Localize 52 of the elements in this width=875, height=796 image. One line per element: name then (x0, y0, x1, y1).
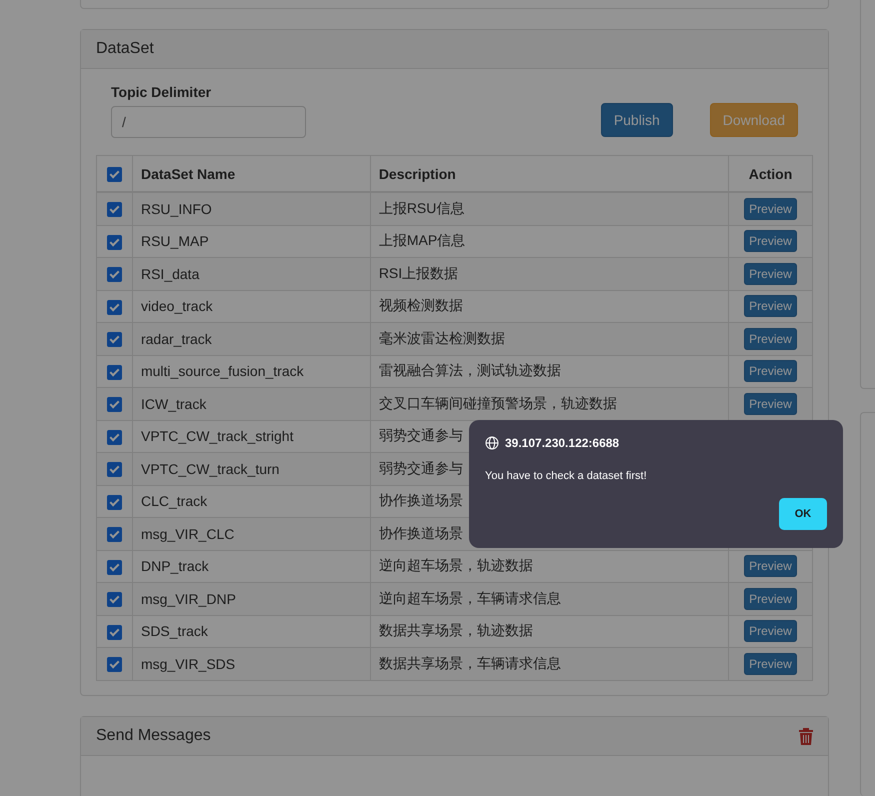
ok-button[interactable]: OK (779, 498, 827, 530)
checkbox[interactable] (106, 166, 122, 182)
preview-button[interactable]: Preview (744, 620, 797, 642)
checkbox[interactable] (106, 397, 122, 412)
checkbox[interactable] (106, 494, 122, 510)
preview-button[interactable]: Preview (744, 295, 797, 318)
table-cell: 逆向超车场景，车辆请求信息 (370, 582, 729, 615)
checkbox[interactable] (106, 300, 122, 315)
table-cell: msg_VIR_SDS (132, 648, 370, 680)
preview-button[interactable]: Preview (744, 588, 797, 610)
table-cell: RSU_INFO (132, 192, 370, 225)
checkbox[interactable] (106, 332, 122, 348)
checkbox[interactable] (106, 592, 122, 608)
field-label: Topic Delimiter (111, 84, 212, 100)
table-cell: msg_VIR_CLC (132, 518, 370, 550)
trash-icon[interactable] (798, 726, 814, 744)
card-title: Send Messages (96, 726, 211, 744)
table-cell: RSI_data (132, 258, 370, 290)
dialog-title: 39.107.230.122:6688 (505, 436, 620, 450)
input-field[interactable]: / (111, 106, 306, 138)
table-cell: 毫米波雷达检测数据 (370, 322, 729, 355)
action-button[interactable]: Download (710, 103, 798, 137)
checkbox[interactable] (106, 267, 122, 282)
table-cell: RSI上报数据 (370, 258, 729, 290)
card-title: DataSet (96, 40, 154, 58)
checkbox[interactable] (106, 234, 122, 250)
checkbox[interactable] (106, 202, 122, 218)
checkbox[interactable] (106, 624, 122, 640)
table-cell: ICW_track (132, 388, 370, 420)
preview-button[interactable]: Preview (744, 262, 797, 285)
table-cell: msg_VIR_DNP (132, 582, 370, 615)
globe-icon (485, 436, 499, 450)
checkbox[interactable] (106, 462, 122, 478)
table-cell: 上报RSU信息 (370, 192, 729, 225)
preview-button[interactable]: Preview (744, 230, 797, 252)
checkbox[interactable] (106, 364, 122, 380)
preview-button[interactable]: Preview (744, 328, 797, 350)
preview-button[interactable]: Preview (744, 360, 797, 382)
checkbox[interactable] (106, 560, 122, 575)
table-cell: 数据共享场景，车辆请求信息 (370, 648, 729, 680)
table-cell: VPTC_CW_track_turn (132, 452, 370, 485)
preview-button[interactable]: Preview (744, 392, 797, 415)
dialog-message: You have to check a dataset first! (485, 470, 648, 482)
checkbox[interactable] (106, 430, 122, 445)
action-button[interactable]: Publish (600, 103, 673, 137)
table-cell: 交叉口车辆间碰撞预警场景，轨迹数据 (370, 388, 729, 420)
checkbox[interactable] (106, 527, 122, 542)
checkbox[interactable] (106, 657, 122, 672)
preview-button[interactable]: Preview (744, 198, 797, 220)
preview-button[interactable]: Preview (744, 652, 797, 675)
preview-button[interactable]: Preview (744, 555, 797, 578)
table-cell: radar_track (132, 322, 370, 355)
